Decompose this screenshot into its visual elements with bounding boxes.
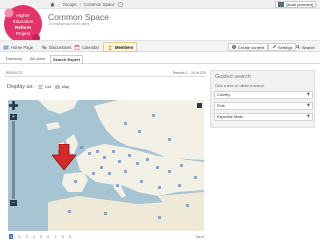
tab-label: Home Page [11, 44, 34, 50]
list-icon [38, 85, 43, 89]
search-label: Search [302, 44, 315, 50]
facet-expertise-fields[interactable]: Expertise fields + [214, 113, 313, 121]
breadcrumb-separator: › [79, 2, 81, 7]
user-menu[interactable]: [email protected] [275, 1, 316, 8]
discussions-icon [41, 45, 47, 49]
page-link-1[interactable]: 1 [9, 234, 14, 239]
page-link-5[interactable]: 5 [40, 234, 42, 239]
logo-line-1: Higher [16, 13, 30, 18]
breadcrumb: › Groups › Common Space [50, 2, 123, 7]
guided-search-hint: Click a term to initiate a search. [215, 84, 266, 88]
wrench-icon [272, 45, 276, 49]
results-header: RESULTS Results 1 - 10 of 370 [5, 71, 206, 77]
settings-label: Settings [278, 44, 293, 50]
logo-line-4: Project [16, 31, 31, 36]
guided-search-panel: Guided search Click a term to initiate a… [210, 70, 315, 128]
group-logo[interactable]: Higher Education Reform Project [3, 4, 43, 44]
subtab-search-expert[interactable]: Search Expert [50, 55, 83, 63]
top-bar: › Groups › Common Space [email protected… [0, 0, 320, 9]
logo-line-3: Reform [15, 25, 31, 30]
page-title: Common Space [48, 12, 109, 22]
page-subtitle: A small group for all users [49, 22, 90, 26]
page-link-9[interactable]: 9 [69, 234, 71, 239]
tab-calendar[interactable]: Calendar [74, 43, 99, 51]
tab-label: Discussions [49, 44, 72, 50]
results-label: RESULTS [6, 71, 23, 75]
facet-country[interactable]: Country + [214, 91, 313, 99]
page-link-7[interactable]: 7 [54, 234, 56, 239]
next-page-link[interactable]: Next [196, 234, 204, 239]
logo-line-2: Education [13, 19, 34, 24]
location-arrow-icon [52, 144, 76, 170]
pagination: 1 2 3 4 5 6 7 8 9 Next [0, 233, 210, 240]
create-content-button[interactable]: Create content [228, 43, 269, 51]
tab-home-page[interactable]: Home Page [3, 43, 33, 51]
expand-icon[interactable]: + [306, 103, 310, 110]
user-email: [email protected] [286, 2, 313, 7]
map-icon [55, 85, 60, 89]
expand-icon[interactable]: + [306, 92, 310, 99]
tab-label: Members [115, 44, 134, 50]
search-button[interactable]: Search [293, 43, 318, 51]
subtab-directory[interactable]: Directory [6, 55, 22, 63]
display-list-label: List [44, 85, 51, 89]
zoom-out-button[interactable]: − [10, 200, 17, 206]
create-content-label: Create content [238, 44, 265, 50]
layer-switcher-button[interactable] [197, 103, 202, 108]
tab-members[interactable]: Members [103, 42, 138, 52]
facet-label: Role [217, 104, 225, 108]
zoom-slider[interactable] [12, 121, 15, 199]
group-tab-bar: Home Page Discussions Calendar Members C… [0, 40, 320, 52]
subtab-all-users[interactable]: All users [30, 55, 45, 63]
members-map[interactable]: + − [8, 100, 204, 231]
facet-role[interactable]: Role + [214, 102, 313, 110]
display-toggle: Display as: List Map [7, 83, 69, 91]
map-land [38, 100, 204, 231]
calendar-icon [74, 44, 80, 50]
page-link-8[interactable]: 8 [62, 234, 64, 239]
divider [0, 63, 320, 64]
results-count: Results 1 - 10 of 370 [172, 71, 206, 75]
display-map-option[interactable]: Map [55, 85, 69, 89]
facet-label: Expertise fields [217, 115, 243, 119]
map-zoom-control: + − [10, 114, 17, 206]
page-link-3[interactable]: 3 [25, 234, 27, 239]
plus-circle-icon [232, 45, 236, 49]
display-list-option[interactable]: List [38, 85, 51, 89]
breadcrumb-separator: › [58, 2, 60, 7]
tab-label: Calendar [82, 44, 99, 50]
home-page-icon [3, 45, 9, 49]
page-link-2[interactable]: 2 [18, 234, 20, 239]
settings-square-icon[interactable] [118, 2, 123, 7]
members-icon [108, 44, 112, 50]
expand-icon[interactable]: + [306, 114, 310, 121]
page-link-4[interactable]: 4 [33, 234, 35, 239]
map-pan-control[interactable] [9, 101, 18, 110]
avatar [278, 2, 285, 7]
breadcrumb-common-space[interactable]: Common Space [84, 2, 115, 7]
page-link-6[interactable]: 6 [47, 234, 49, 239]
tab-discussions[interactable]: Discussions [41, 43, 71, 51]
search-icon [296, 45, 300, 49]
breadcrumb-groups[interactable]: Groups [62, 2, 76, 7]
display-map-label: Map [61, 85, 70, 89]
display-label: Display as: [7, 84, 34, 90]
guided-search-title: Guided search [215, 74, 251, 80]
facet-label: Country [217, 93, 231, 97]
home-icon[interactable] [50, 2, 55, 7]
members-subtabs: Directory All users Search Expert [0, 55, 320, 63]
zoom-in-button[interactable]: + [10, 114, 17, 120]
